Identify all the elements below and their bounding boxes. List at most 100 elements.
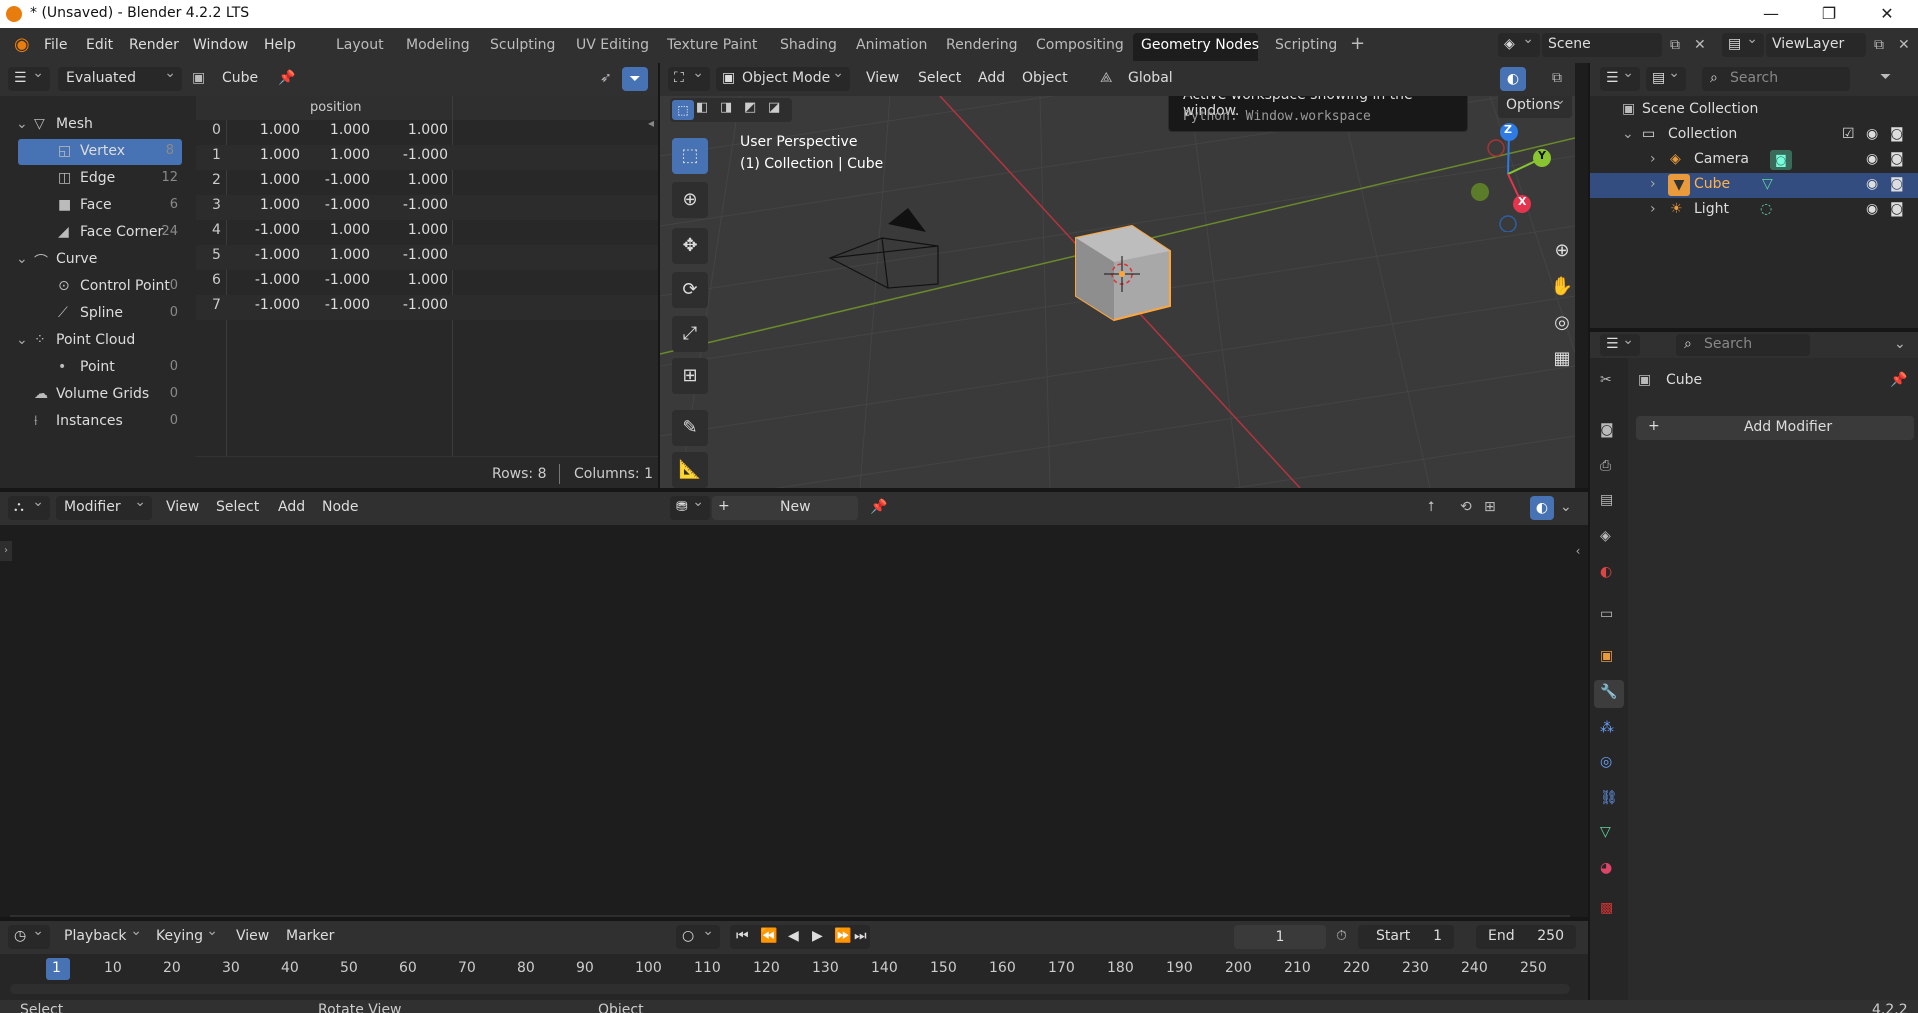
data-tab-icon[interactable]: ▽	[1600, 824, 1611, 840]
3d-viewport[interactable]: User Perspective (1) Collection | Cube ⬚…	[660, 96, 1575, 488]
jump-start-icon[interactable]: ⏮	[736, 928, 749, 944]
blender-menu-icon[interactable]: ◉	[14, 34, 30, 55]
menu-render[interactable]: Render	[129, 37, 179, 53]
tree-item-point[interactable]: • Point 0	[10, 355, 186, 381]
view-layer-field[interactable]: ViewLayer	[1766, 33, 1866, 57]
node-menu-select[interactable]: Select	[216, 499, 259, 515]
perspective-toggle-icon[interactable]: ▦	[1548, 348, 1575, 376]
editor-type-outliner-icon[interactable]: ☰	[1600, 65, 1640, 91]
tree-item-face-corner[interactable]: ◢ Face Corner 24	[10, 220, 186, 246]
tool-annotate-icon[interactable]: ✎	[672, 410, 708, 446]
node-menu-view[interactable]: View	[166, 499, 199, 515]
editor-type-3d-icon[interactable]: ⛶	[668, 65, 710, 91]
tool-move-icon[interactable]: ✥	[672, 228, 708, 264]
parent-node-tree-icon[interactable]: ⭡	[1428, 499, 1435, 515]
editor-type-properties-icon[interactable]: ☰	[1600, 332, 1640, 356]
menu-help[interactable]: Help	[264, 37, 296, 53]
tool-rotate-icon[interactable]: ⟳	[672, 272, 708, 308]
expand-arrow-icon[interactable]: ›	[1650, 201, 1656, 217]
view-layer-tab-icon[interactable]: ▤	[1600, 492, 1613, 508]
tab-geometry-nodes[interactable]: Geometry Nodes	[1141, 37, 1259, 53]
object-mode-dropdown[interactable]: Object Mode ▣	[716, 65, 850, 91]
editor-type-node-icon[interactable]: ⛬	[8, 494, 50, 520]
viewport-menu-object[interactable]: Object	[1022, 70, 1068, 86]
xray-icon[interactable]: ⧉	[1552, 70, 1562, 86]
render-camera-icon[interactable]: ◙	[1890, 126, 1904, 142]
material-tab-icon[interactable]: ◕	[1600, 860, 1612, 876]
texture-tab-icon[interactable]: ▩	[1600, 900, 1613, 916]
menu-window[interactable]: Window	[193, 37, 248, 53]
jump-end-icon[interactable]: ⏭	[854, 928, 867, 944]
tree-item-point-cloud[interactable]: ⌄ ⁘ Point Cloud	[10, 328, 186, 354]
visibility-eye-icon[interactable]: ◉	[1866, 151, 1878, 167]
tab-shading[interactable]: Shading	[780, 37, 837, 53]
collection-tab-icon[interactable]: ▭	[1600, 606, 1613, 622]
next-keyframe-icon[interactable]: ⏩	[834, 928, 851, 944]
tab-animation[interactable]: Animation	[856, 37, 927, 53]
evaluation-mode-dropdown[interactable]: Evaluated	[58, 65, 182, 91]
mesh-data-icon[interactable]: ▽	[1762, 176, 1773, 192]
select-subtract-icon[interactable]: ◨	[720, 100, 732, 115]
expand-arrow-icon[interactable]: ⌄	[16, 332, 28, 348]
outliner-cube[interactable]: › ▼ Cube ▽ ◉ ◙	[1590, 173, 1918, 198]
new-scene-icon[interactable]: ⧉	[1670, 37, 1680, 53]
properties-search-input[interactable]: ⌕ Search	[1676, 334, 1810, 356]
play-reverse-icon[interactable]: ◀	[788, 928, 799, 944]
outliner-search-input[interactable]: ⌕ Search	[1702, 67, 1850, 91]
maximize-button[interactable]: ❐	[1800, 0, 1858, 28]
tree-item-curve[interactable]: ⌄ ⌒ Curve	[10, 247, 186, 273]
keying-dropdown[interactable]: Keying	[148, 923, 224, 949]
pin-icon[interactable]: 📌	[870, 499, 887, 515]
tree-item-instances[interactable]: ⟊ Instances 0	[10, 409, 186, 435]
scene-name-field[interactable]: Scene	[1542, 33, 1662, 57]
display-mode-icon[interactable]: ▤	[1646, 65, 1686, 91]
physics-tab-icon[interactable]: ◎	[1600, 754, 1612, 770]
expand-arrow-icon[interactable]: ›	[1650, 151, 1656, 167]
outliner-collection[interactable]: ⌄ ▭ Collection ☑ ◉ ◙	[1590, 123, 1918, 148]
new-view-layer-icon[interactable]: ⧉	[1874, 37, 1884, 53]
select-box-icon[interactable]: ⬚	[672, 100, 694, 120]
selected-only-filter-icon[interactable]: ➶	[600, 70, 612, 86]
overlays-icon[interactable]: ◐	[1500, 67, 1526, 91]
prev-keyframe-icon[interactable]: ⏪	[760, 928, 777, 944]
tab-texture-paint[interactable]: Texture Paint	[667, 37, 757, 53]
expand-arrow-icon[interactable]: ⌄	[16, 251, 28, 267]
modifier-wrench-icon[interactable]: 🔧	[1600, 684, 1617, 700]
tool-select-box-icon[interactable]: ⬚	[672, 138, 708, 174]
select-intersect-icon[interactable]: ◪	[768, 100, 780, 115]
add-workspace-icon[interactable]: +	[1350, 33, 1365, 54]
outliner-light[interactable]: › ☀ Light ◌ ◉ ◙	[1590, 198, 1918, 223]
tree-item-volume-grids[interactable]: ☁ Volume Grids 0	[10, 382, 186, 408]
world-tab-icon[interactable]: ◐	[1600, 564, 1612, 580]
pan-hand-icon[interactable]: ✋	[1548, 276, 1575, 304]
expand-arrow-icon[interactable]: ›	[1650, 176, 1656, 192]
camera-view-icon[interactable]: ◎	[1548, 312, 1575, 340]
chevron-down-icon[interactable]: ⌄	[1560, 499, 1572, 515]
constraints-tab-icon[interactable]: ⛓	[1600, 790, 1618, 806]
snap-grid-icon[interactable]: ⊞	[1484, 499, 1496, 515]
transform-orientation-icon[interactable]: ⟁	[1100, 70, 1113, 86]
tab-modeling[interactable]: Modeling	[406, 37, 470, 53]
auto-keying-icon[interactable]: ○	[676, 923, 720, 949]
tool-measure-icon[interactable]: 📐	[672, 452, 708, 488]
play-icon[interactable]: ▶	[812, 928, 823, 944]
timeline-menu-marker[interactable]: Marker	[286, 928, 334, 944]
toolbar-expand-icon[interactable]: ›	[0, 541, 12, 561]
tree-item-edge[interactable]: ◫ Edge 12	[10, 166, 186, 192]
tree-item-spline[interactable]: ⟋ Spline 0	[10, 301, 186, 327]
exclude-checkbox-icon[interactable]: ☑	[1842, 126, 1855, 142]
tab-layout[interactable]: Layout	[336, 37, 384, 53]
close-button[interactable]: ✕	[1858, 0, 1916, 28]
filter-icon[interactable]: ⏷	[622, 67, 648, 91]
tool-scale-icon[interactable]: ⤢	[672, 316, 708, 352]
node-group-browse-icon[interactable]: ⛃	[670, 494, 710, 520]
filter-funnel-icon[interactable]: ⏷	[1880, 69, 1891, 85]
viewport-menu-select[interactable]: Select	[918, 70, 961, 86]
sidebar-expand-icon[interactable]: ‹	[1572, 541, 1584, 561]
tool-cursor-icon[interactable]: ⊕	[672, 182, 708, 218]
timeline-scrollbar[interactable]	[10, 984, 1570, 994]
collapse-arrow-icon[interactable]: ◂	[648, 116, 654, 130]
outliner-scene-collection[interactable]: ▣ Scene Collection	[1590, 98, 1918, 123]
add-modifier-button[interactable]: + Add Modifier	[1636, 416, 1914, 440]
visibility-eye-icon[interactable]: ◉	[1866, 126, 1878, 142]
